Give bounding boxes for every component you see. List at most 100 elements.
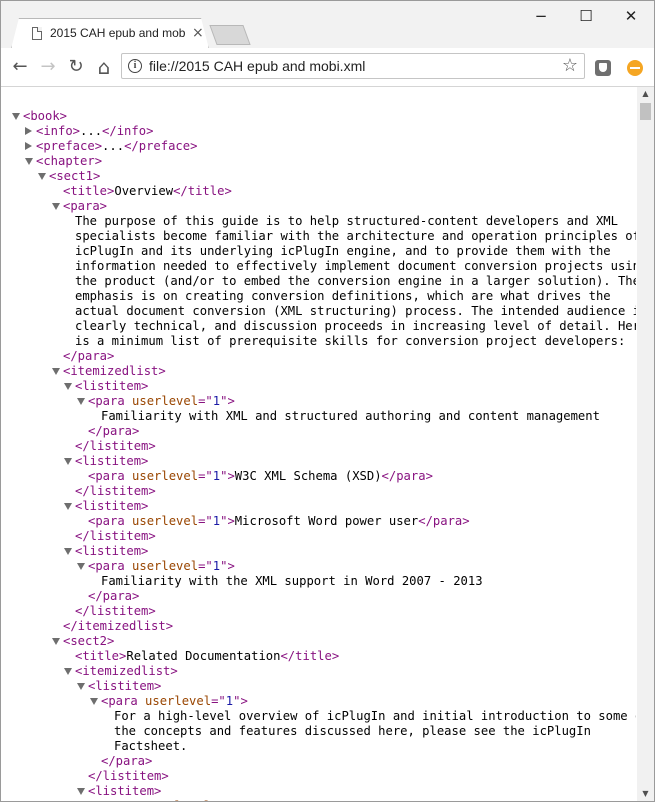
- xml-text: Overview: [114, 184, 174, 198]
- xml-line: For a high-level overview of icPlugIn an…: [114, 709, 636, 724]
- xml-tree-view: <book> <info>...</info> <preface>...</pref…: [1, 87, 636, 801]
- xml-line: specialists become familiar with the arc…: [75, 229, 636, 244]
- collapse-toggle-icon[interactable]: [12, 113, 20, 120]
- xml-attribute: userlevel: [132, 469, 199, 483]
- collapse-toggle-icon[interactable]: [64, 383, 72, 390]
- xml-line: <para>: [63, 199, 107, 214]
- collapse-toggle-icon[interactable]: [64, 503, 72, 510]
- xml-line: <itemizedlist>: [63, 364, 166, 379]
- xml-tag: <listitem>: [88, 784, 162, 798]
- collapse-toggle-icon[interactable]: [38, 173, 46, 180]
- xml-attribute: userlevel: [145, 694, 212, 708]
- collapse-toggle-icon[interactable]: [77, 788, 85, 795]
- xml-line: <book>: [23, 109, 67, 124]
- xml-line: emphasis is on creating conversion defin…: [75, 289, 611, 304]
- collapse-toggle-icon[interactable]: [77, 398, 85, 405]
- collapse-toggle-icon[interactable]: [52, 368, 60, 375]
- xml-line: information needed to effectively implem…: [75, 259, 636, 274]
- xml-line: </listitem>: [75, 529, 156, 544]
- xml-line: <info>...</info>: [36, 124, 153, 139]
- xml-tag: <info>: [36, 124, 81, 138]
- xml-line: Familiarity with the XML support in Word…: [101, 574, 483, 589]
- url-text[interactable]: file://2015 CAH epub and mobi.xml: [149, 58, 365, 74]
- xml-line: <title>Related Documentation</title>: [75, 649, 339, 664]
- xml-tag: <sect2>: [63, 634, 115, 648]
- close-icon[interactable]: ✕: [620, 7, 642, 25]
- xml-tag: <itemizedlist>: [63, 364, 166, 378]
- xml-text: specialists become familiar with the arc…: [75, 229, 636, 243]
- title-bar: 2015 CAH epub and mobi.xml × − ☐ ✕: [1, 1, 654, 49]
- xml-line: <para userlevel="1">W3C XML Schema (XSD)…: [88, 469, 433, 484]
- xml-line: Familiarity with XML and structured auth…: [101, 409, 600, 424]
- scroll-up-icon[interactable]: ▲: [637, 87, 654, 101]
- extension-shield-icon[interactable]: [595, 60, 611, 76]
- xml-tag: <preface>: [36, 139, 103, 153]
- xml-tag: </listitem>: [75, 439, 156, 453]
- xml-attribute: userlevel: [132, 559, 199, 573]
- xml-line: is a minimum list of prerequisite skills…: [75, 334, 625, 349]
- xml-line: </listitem>: [75, 604, 156, 619]
- vertical-scrollbar[interactable]: ▲ ▼: [637, 87, 654, 801]
- xml-line: </para>: [63, 349, 114, 364]
- collapse-toggle-icon[interactable]: [64, 458, 72, 465]
- xml-line: </itemizedlist>: [63, 619, 173, 634]
- xml-text: ...: [102, 139, 125, 153]
- xml-tag: =": [211, 799, 226, 801]
- maximize-icon[interactable]: ☐: [575, 7, 597, 25]
- collapse-toggle-icon[interactable]: [25, 158, 33, 165]
- extension-block-icon[interactable]: [627, 60, 643, 76]
- bookmark-star-icon[interactable]: ☆: [562, 55, 578, 76]
- xml-tag: </listitem>: [75, 484, 156, 498]
- collapse-toggle-icon[interactable]: [90, 698, 98, 705]
- xml-tag: =": [198, 559, 213, 573]
- xml-tag: ">: [233, 799, 248, 801]
- xml-attribute-value: 1: [225, 694, 234, 708]
- scroll-down-icon[interactable]: ▼: [637, 787, 654, 801]
- xml-line: clearly technical, and discussion procee…: [75, 319, 636, 334]
- collapse-toggle-icon[interactable]: [64, 668, 72, 675]
- xml-tag: =": [198, 394, 213, 408]
- xml-line: <title>Overview</title>: [63, 184, 232, 199]
- xml-line: </para>: [88, 424, 139, 439]
- xml-text: For a high-level overview of icPlugIn an…: [114, 709, 636, 723]
- xml-attribute-value: 1: [212, 559, 221, 573]
- xml-tag: </para>: [418, 514, 470, 528]
- xml-tag: <listitem>: [88, 679, 162, 693]
- expand-toggle-icon[interactable]: [25, 142, 32, 150]
- xml-line: <listitem>: [75, 544, 148, 559]
- xml-tag: ">: [233, 694, 248, 708]
- xml-tag: </preface>: [124, 139, 198, 153]
- xml-tag: </para>: [63, 349, 115, 363]
- xml-text: Microsoft Word power user: [234, 514, 419, 528]
- collapse-toggle-icon[interactable]: [77, 683, 85, 690]
- info-icon[interactable]: i: [128, 59, 142, 73]
- forward-icon[interactable]: →: [37, 56, 59, 78]
- collapse-toggle-icon[interactable]: [77, 563, 85, 570]
- address-bar[interactable]: i file://2015 CAH epub and mobi.xml ☆: [121, 53, 585, 79]
- collapse-toggle-icon[interactable]: [52, 203, 60, 210]
- collapse-toggle-icon[interactable]: [64, 548, 72, 555]
- home-icon[interactable]: ⌂: [93, 56, 115, 78]
- xml-tag: </para>: [88, 589, 140, 603]
- xml-text: Related Documentation: [126, 649, 281, 663]
- xml-text: clearly technical, and discussion procee…: [75, 319, 636, 333]
- active-tab[interactable]: 2015 CAH epub and mobi.xml ×: [11, 18, 209, 49]
- xml-text: actual document conversion (XML structur…: [75, 304, 636, 318]
- xml-line: actual document conversion (XML structur…: [75, 304, 636, 319]
- tab-close-icon[interactable]: ×: [192, 25, 204, 41]
- new-tab-button[interactable]: [209, 25, 251, 45]
- scrollbar-thumb[interactable]: [640, 103, 651, 120]
- xml-tag: <chapter>: [36, 154, 103, 168]
- xml-line: </para>: [101, 754, 152, 769]
- collapse-toggle-icon[interactable]: [52, 638, 60, 645]
- minimize-icon[interactable]: −: [530, 7, 552, 25]
- back-icon[interactable]: ←: [9, 56, 31, 78]
- xml-tag: <title>: [75, 649, 127, 663]
- reload-icon[interactable]: ↻: [65, 56, 87, 78]
- xml-tag: <title>: [63, 184, 115, 198]
- expand-toggle-icon[interactable]: [25, 127, 32, 135]
- tab-title: 2015 CAH epub and mobi.xml: [50, 26, 185, 40]
- xml-tag: <para: [88, 559, 133, 573]
- xml-line: Factsheet.: [114, 739, 187, 754]
- xml-tag: <para: [101, 694, 146, 708]
